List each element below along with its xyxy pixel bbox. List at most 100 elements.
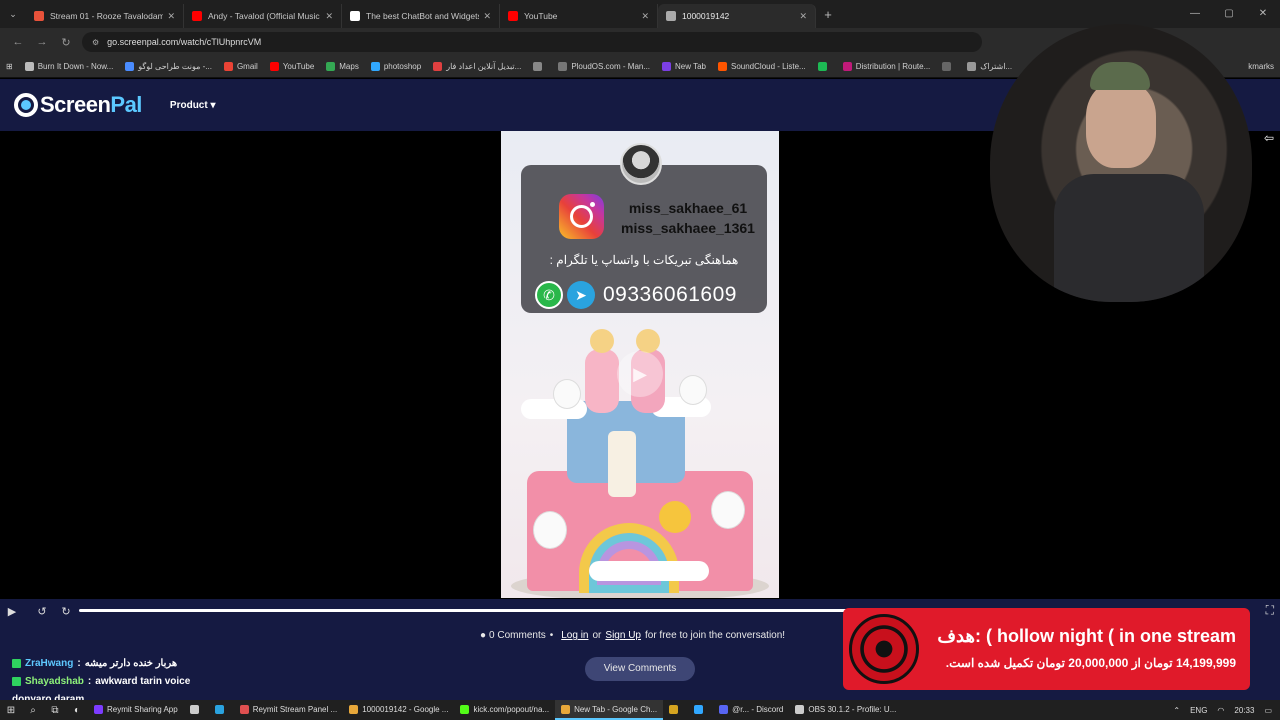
bookmark-item[interactable] [817, 62, 831, 71]
view-comments-button[interactable]: View Comments [585, 657, 695, 681]
bookmark-item[interactable]: New Tab [662, 62, 706, 71]
tab-close-icon[interactable]: ✕ [799, 11, 807, 22]
taskbar-app[interactable]: 1000019142 - Google ... [343, 700, 454, 720]
bookmark-item[interactable]: Burn It Down - Now... [24, 62, 113, 71]
bookmark-item[interactable] [942, 62, 955, 71]
taskbar-app[interactable]: @r... - Discord [713, 700, 789, 720]
minimize-icon[interactable]: — [1178, 0, 1212, 28]
taskbar-app-icon [669, 704, 679, 714]
webcam-overlay [990, 24, 1252, 302]
edge-icon[interactable]: ◐ [66, 705, 88, 716]
bookmark-item[interactable]: YouTube [269, 62, 314, 71]
cloud-decoration [589, 561, 709, 581]
tab-favicon-icon [350, 11, 360, 21]
screenpal-logo-icon [14, 93, 38, 117]
clock[interactable]: 20:33 [1234, 706, 1254, 715]
bookmark-item[interactable]: Distribution | Route... [842, 62, 930, 71]
notifications-icon[interactable]: ▭ [1264, 706, 1272, 715]
search-icon[interactable]: ⌕ [22, 705, 44, 716]
taskbar-app[interactable]: kick.com/popout/na... [454, 700, 555, 720]
taskbar-app-icon [189, 704, 199, 714]
login-link[interactable]: Log in [561, 630, 588, 641]
windows-start-icon[interactable]: ⊞ [0, 705, 22, 716]
fullscreen-icon[interactable]: ⛶ [1266, 603, 1274, 618]
webcam-person-face [1086, 82, 1156, 168]
bookmark-favicon-icon [125, 62, 135, 71]
close-window-icon[interactable]: ✕ [1246, 0, 1280, 28]
all-bookmarks-label[interactable]: kmarks [1248, 56, 1274, 78]
bookmark-item[interactable]: مونت طراحی لوگو -... [125, 62, 212, 71]
back-icon[interactable]: ← [6, 36, 30, 48]
telegram-icon: ➤ [567, 281, 595, 309]
taskbar-app[interactable] [663, 700, 688, 720]
tab-close-icon[interactable]: ✕ [167, 11, 175, 22]
bookmark-favicon-icon [718, 62, 727, 71]
bookmark-favicon-icon [223, 62, 233, 71]
taskbar-app[interactable] [184, 700, 209, 720]
apps-icon[interactable]: ⊞ [6, 62, 13, 71]
bookmark-favicon-icon [662, 62, 672, 71]
bookmark-item[interactable]: Gmail [223, 62, 258, 71]
taskbar-app[interactable] [688, 700, 713, 720]
maximize-icon[interactable]: ▢ [1212, 0, 1246, 28]
play-icon[interactable]: ▶ [0, 605, 24, 618]
bookmark-item[interactable]: PloudOS.com - Man... [558, 62, 650, 71]
forward-icon[interactable]: → [30, 36, 54, 48]
goal-progress-text: 14,199,999 تومان از 20,000,000 تومان تکم… [945, 656, 1236, 670]
language-indicator[interactable]: ENG [1190, 706, 1207, 715]
taskbar-app[interactable]: OBS 30.1.2 - Profile: U... [789, 700, 902, 720]
forward-icon[interactable]: ↻ [54, 605, 78, 618]
taskbar-app[interactable]: Reymit Sharing App [88, 700, 184, 720]
browser-tab[interactable]: Andy - Tavalod (Official Music V ✕ [184, 4, 342, 28]
tray-chevron-icon[interactable]: ⌃ [1173, 706, 1180, 715]
bookmark-label: PloudOS.com - Man... [571, 62, 651, 71]
wifi-icon[interactable]: ◠ [1217, 706, 1224, 715]
reload-icon[interactable]: ↻ [54, 36, 78, 49]
product-menu[interactable]: Product ▾ [170, 100, 216, 111]
kick-badge-icon [12, 676, 21, 686]
site-info-icon[interactable]: ⚙ [92, 38, 99, 47]
bookmark-item[interactable] [533, 62, 546, 71]
bookmark-item[interactable]: photoshop [370, 62, 422, 71]
tab-title: Andy - Tavalod (Official Music V [208, 11, 322, 21]
whatsapp-icon: ✆ [535, 281, 563, 309]
tab-close-icon[interactable]: ✕ [325, 11, 333, 22]
chat-username: Shayadshab [25, 675, 84, 687]
bookmark-item[interactable]: SoundCloud - Liste... [718, 62, 806, 71]
tab-search-icon[interactable]: ⌄ [0, 0, 26, 28]
tab-close-icon[interactable]: ✕ [641, 11, 649, 22]
play-overlay-icon[interactable]: ▶ [617, 351, 663, 397]
bunny-decoration [533, 511, 567, 549]
screen: ⌄ Stream 01 - Rooze Tavalodam I ✕ Andy - T… [0, 0, 1280, 720]
rewind-icon[interactable]: ↺ [30, 605, 54, 618]
webcam-person-cap [1090, 62, 1150, 90]
task-view-icon[interactable]: ⧉ [44, 705, 66, 716]
share-arrow-icon[interactable]: ⇦ [1264, 131, 1274, 145]
taskbar-app-label: Reymit Stream Panel ... [252, 704, 338, 714]
browser-tab[interactable]: YouTube ✕ [500, 4, 658, 28]
signup-link[interactable]: Sign Up [605, 630, 641, 641]
browser-tab[interactable]: Stream 01 - Rooze Tavalodam I ✕ [26, 4, 184, 28]
bookmark-label: photoshop [383, 62, 422, 71]
tab-close-icon[interactable]: ✕ [483, 11, 491, 22]
instagram-handle: miss_sakhaee_61 [628, 200, 748, 216]
promo-text: هماهنگی تبریکات با واتساپ یا تلگرام : [549, 253, 739, 267]
video-frame[interactable]: ▶ miss_sakhaee_61 miss_sakhaee_1361 هماه… [501, 131, 779, 598]
browser-tab[interactable]: 1000019142 ✕ [658, 4, 816, 28]
bookmark-item[interactable]: Maps [326, 62, 359, 71]
taskbar-app[interactable]: Reymit Stream Panel ... [234, 700, 343, 720]
taskbar-app-label: 1000019142 - Google ... [362, 704, 449, 714]
taskbar-app[interactable]: New Tab - Google Ch... [555, 700, 664, 720]
chat-message: ZraHwang: هربار خنده دارتر میشه [12, 654, 190, 672]
taskbar-app[interactable] [209, 700, 234, 720]
goal-title: هدف: ( hollow night ( in one stream [937, 626, 1236, 646]
screenpal-logo[interactable]: Screen Pal [14, 92, 142, 118]
bookmark-item[interactable]: تبدیل آنلاین اعداد فار... [433, 62, 521, 71]
tab-title: 1000019142 [682, 11, 730, 21]
taskbar-app-label: @r... - Discord [732, 704, 784, 714]
browser-tab[interactable]: The best ChatBot and Widgets ✕ [342, 4, 500, 28]
address-bar[interactable]: ⚙ go.screenpal.com/watch/cTlUhpnrcVM [82, 32, 982, 52]
new-tab-button[interactable]: + [816, 7, 840, 22]
bookmark-item[interactable]: اشتراک... [967, 62, 1012, 71]
taskbar-app-icon [349, 704, 359, 714]
